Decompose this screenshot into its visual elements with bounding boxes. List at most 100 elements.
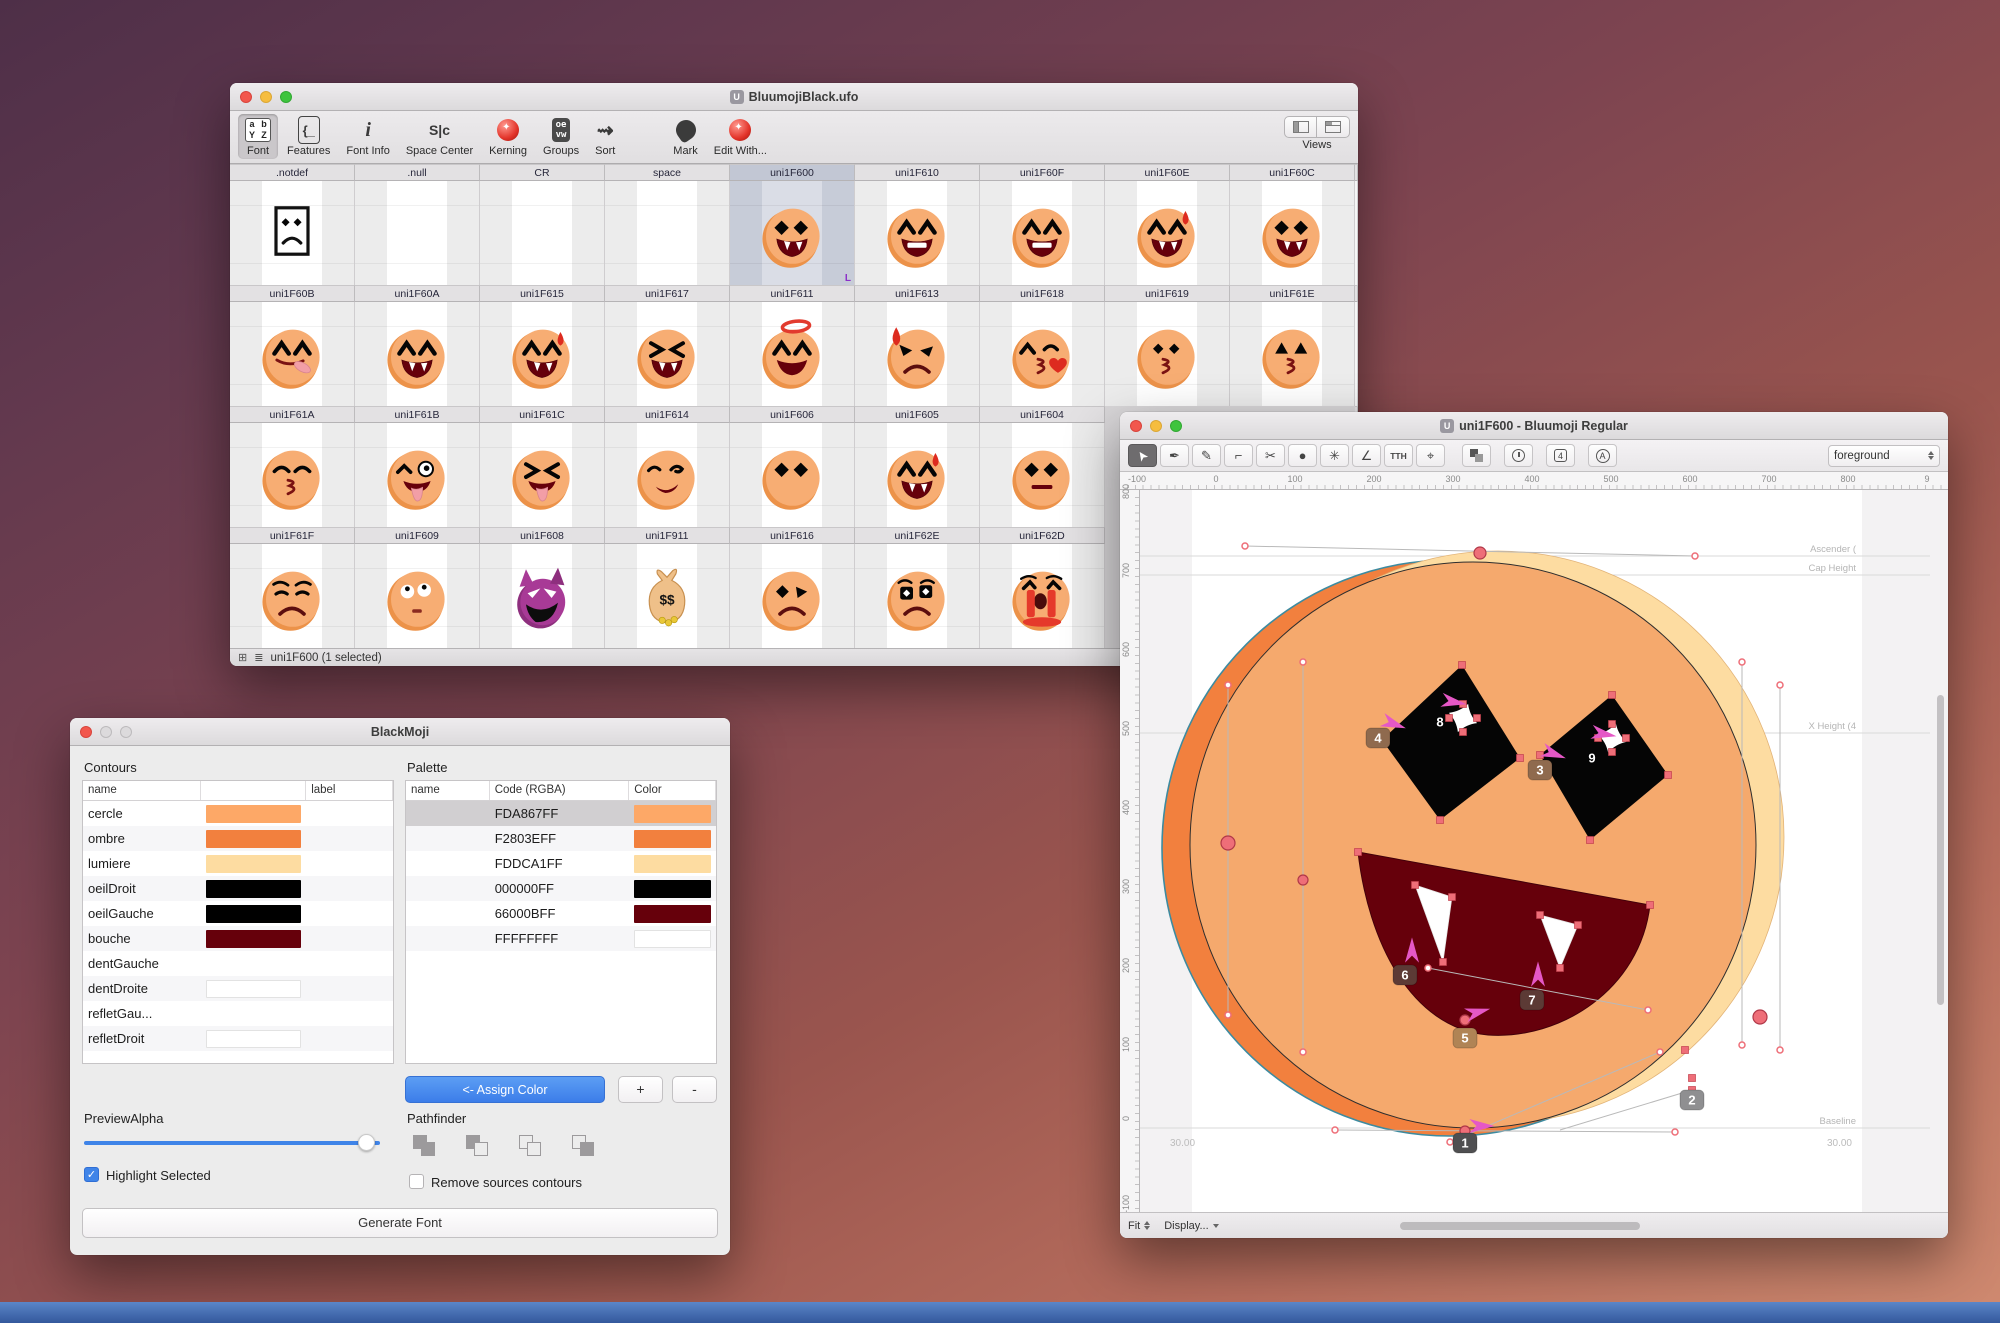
pathfinder-exclude-icon[interactable] — [572, 1133, 598, 1157]
toolbar-item-features[interactable]: {_Features — [280, 114, 337, 159]
glyph-cell-uni1F61F[interactable] — [230, 544, 355, 648]
corner-tool-button[interactable]: ⌐ — [1224, 444, 1253, 467]
view-split-pane-button[interactable] — [1317, 116, 1350, 138]
anchor-a-button[interactable]: A — [1588, 444, 1617, 467]
toolbar-item-mark[interactable]: Mark — [666, 114, 704, 159]
glyph-cell-space[interactable] — [605, 181, 730, 285]
pathfinder-union-icon[interactable] — [413, 1133, 439, 1157]
minimize-button[interactable] — [1150, 420, 1162, 432]
glyph-header-uni1F605[interactable]: uni1F605 — [855, 406, 980, 423]
angle-tool-button[interactable]: ∠ — [1352, 444, 1381, 467]
pen-tool-button[interactable]: ✒ — [1160, 444, 1189, 467]
contour-row-cercle[interactable]: cercle — [83, 801, 393, 826]
glyph-cell-uni1F610[interactable] — [855, 181, 980, 285]
glyph-canvas[interactable]: Ascender (Cap HeightX Height (4Baseline3… — [1140, 490, 1948, 1212]
glyph-header-uni1F609[interactable]: uni1F609 — [355, 527, 480, 544]
glyph-cell-uni1F616[interactable] — [730, 544, 855, 648]
toolbar-item-groups[interactable]: oevwGroups — [536, 114, 586, 159]
pencil-tool-button[interactable]: ✎ — [1192, 444, 1221, 467]
glyph-header-uni1F60E[interactable]: uni1F60E — [1105, 164, 1230, 181]
glyph-header-uni1F61F[interactable]: uni1F61F — [230, 527, 355, 544]
glyph-header-uni1F61E[interactable]: uni1F61E — [1230, 285, 1355, 302]
glyph-header-CR[interactable]: CR — [480, 164, 605, 181]
glyph-cell-uni1F60E[interactable] — [1105, 181, 1230, 285]
contour-row-lumiere[interactable]: lumiere — [83, 851, 393, 876]
add-color-button[interactable]: + — [618, 1076, 663, 1103]
glyph-cell-CR[interactable] — [480, 181, 605, 285]
glyph-header-.notdef[interactable]: .notdef — [230, 164, 355, 181]
asterisk-tool-button[interactable]: ✳ — [1320, 444, 1349, 467]
preview-alpha-thumb[interactable] — [358, 1134, 375, 1151]
view-single-pane-button[interactable] — [1284, 116, 1317, 138]
toolbar-item-sort[interactable]: ⇝Sort — [588, 114, 622, 159]
zoom-button[interactable] — [1170, 420, 1182, 432]
glyph-cell-uni1F61E[interactable] — [1230, 302, 1355, 406]
glyph-cell-uni1F60F[interactable] — [980, 181, 1105, 285]
toolbar-item-font-info[interactable]: iFont Info — [339, 114, 396, 159]
toolbar-item-space-center[interactable]: S|cSpace Center — [399, 114, 480, 159]
minimize-button[interactable] — [100, 726, 112, 738]
glyph-cell-uni1F60C[interactable] — [1230, 181, 1355, 285]
contour-row-oeilDroit[interactable]: oeilDroit — [83, 876, 393, 901]
glyph-header-uni1F60A[interactable]: uni1F60A — [355, 285, 480, 302]
assign-color-button[interactable]: <- Assign Color — [405, 1076, 605, 1103]
glyph-header-uni1F611[interactable]: uni1F611 — [730, 285, 855, 302]
glyph-cell-.notdef[interactable] — [230, 181, 355, 285]
remove-sources-checkbox[interactable] — [409, 1174, 424, 1189]
pathfinder-subtract-icon[interactable] — [466, 1133, 492, 1157]
glyph-cell-uni1F604[interactable] — [980, 423, 1105, 527]
glyph-header-uni1F600[interactable]: uni1F600 — [730, 164, 855, 181]
glyph-header-space[interactable]: space — [605, 164, 730, 181]
toolbar-item-kerning[interactable]: Kerning — [482, 114, 534, 159]
glyph-header-uni1F60C[interactable]: uni1F60C — [1230, 164, 1355, 181]
highlight-selected-checkbox[interactable]: ✓ — [84, 1167, 99, 1182]
preview-alpha-slider[interactable] — [84, 1141, 380, 1145]
contour-row-ombre[interactable]: ombre — [83, 826, 393, 851]
contour-row-bouche[interactable]: bouche — [83, 926, 393, 951]
glyph-header-uni1F615[interactable]: uni1F615 — [480, 285, 605, 302]
glyph-cell-uni1F60A[interactable] — [355, 302, 480, 406]
glyph-header-uni1F911[interactable]: uni1F911 — [605, 527, 730, 544]
palette-row-000000FF[interactable]: 000000FF — [406, 876, 716, 901]
glyph-cell-.null[interactable] — [355, 181, 480, 285]
glyph-cell-uni1F613[interactable] — [855, 302, 980, 406]
glyph-cell-uni1F61C[interactable] — [480, 423, 605, 527]
glyph-cell-uni1F617[interactable] — [605, 302, 730, 406]
palette-row-66000BFF[interactable]: 66000BFF — [406, 901, 716, 926]
glyph-header-uni1F60F[interactable]: uni1F60F — [980, 164, 1105, 181]
glyph-cell-uni1F605[interactable] — [855, 423, 980, 527]
glyph-header-uni1F619[interactable]: uni1F619 — [1105, 285, 1230, 302]
glyph-header-uni1F617[interactable]: uni1F617 — [605, 285, 730, 302]
tth-tool-button[interactable]: TTH — [1384, 444, 1413, 467]
glyph-header-uni1F618[interactable]: uni1F618 — [980, 285, 1105, 302]
close-button[interactable] — [240, 91, 252, 103]
zoom-button[interactable] — [120, 726, 132, 738]
glyph-cell-uni1F611[interactable] — [730, 302, 855, 406]
pathfinder-intersect-icon[interactable] — [519, 1133, 545, 1157]
vertical-scrollbar[interactable] — [1937, 695, 1944, 1005]
glyph-header-uni1F604[interactable]: uni1F604 — [980, 406, 1105, 423]
glyph-cell-uni1F600[interactable]: L — [730, 181, 855, 285]
glyph-cell-uni1F61B[interactable] — [355, 423, 480, 527]
toolbar-item-edit-with-[interactable]: Edit With... — [707, 114, 774, 159]
glyph-cell-uni1F62D[interactable] — [980, 544, 1105, 648]
glyph-cell-uni1F62E[interactable] — [855, 544, 980, 648]
toolbar-item-font[interactable]: abYZFont — [238, 114, 278, 159]
palette-row-FDA867FF[interactable]: FDA867FF — [406, 801, 716, 826]
layer-dropdown[interactable]: foreground — [1828, 445, 1940, 467]
contour-row-oeilGauche[interactable]: oeilGauche — [83, 901, 393, 926]
glyph-cell-uni1F615[interactable] — [480, 302, 605, 406]
contour-row-dentGauche[interactable]: dentGauche — [83, 951, 393, 976]
editor-titlebar[interactable]: Uuni1F600 - Bluumoji Regular — [1120, 412, 1948, 440]
generate-font-button[interactable]: Generate Font — [82, 1208, 718, 1238]
contour-row-refletGau[interactable]: refletGau... — [83, 1001, 393, 1026]
list-view-icon[interactable]: ≣ — [254, 651, 263, 664]
glyph-header-uni1F60B[interactable]: uni1F60B — [230, 285, 355, 302]
close-button[interactable] — [80, 726, 92, 738]
zoom-fit-dropdown[interactable]: Fit — [1128, 1220, 1150, 1232]
glyph-header-uni1F61A[interactable]: uni1F61A — [230, 406, 355, 423]
shape-tool-button[interactable]: ● — [1288, 444, 1317, 467]
glyph-cell-uni1F609[interactable] — [355, 544, 480, 648]
minimize-button[interactable] — [260, 91, 272, 103]
click-tool-button[interactable]: ⌖ — [1416, 444, 1445, 467]
